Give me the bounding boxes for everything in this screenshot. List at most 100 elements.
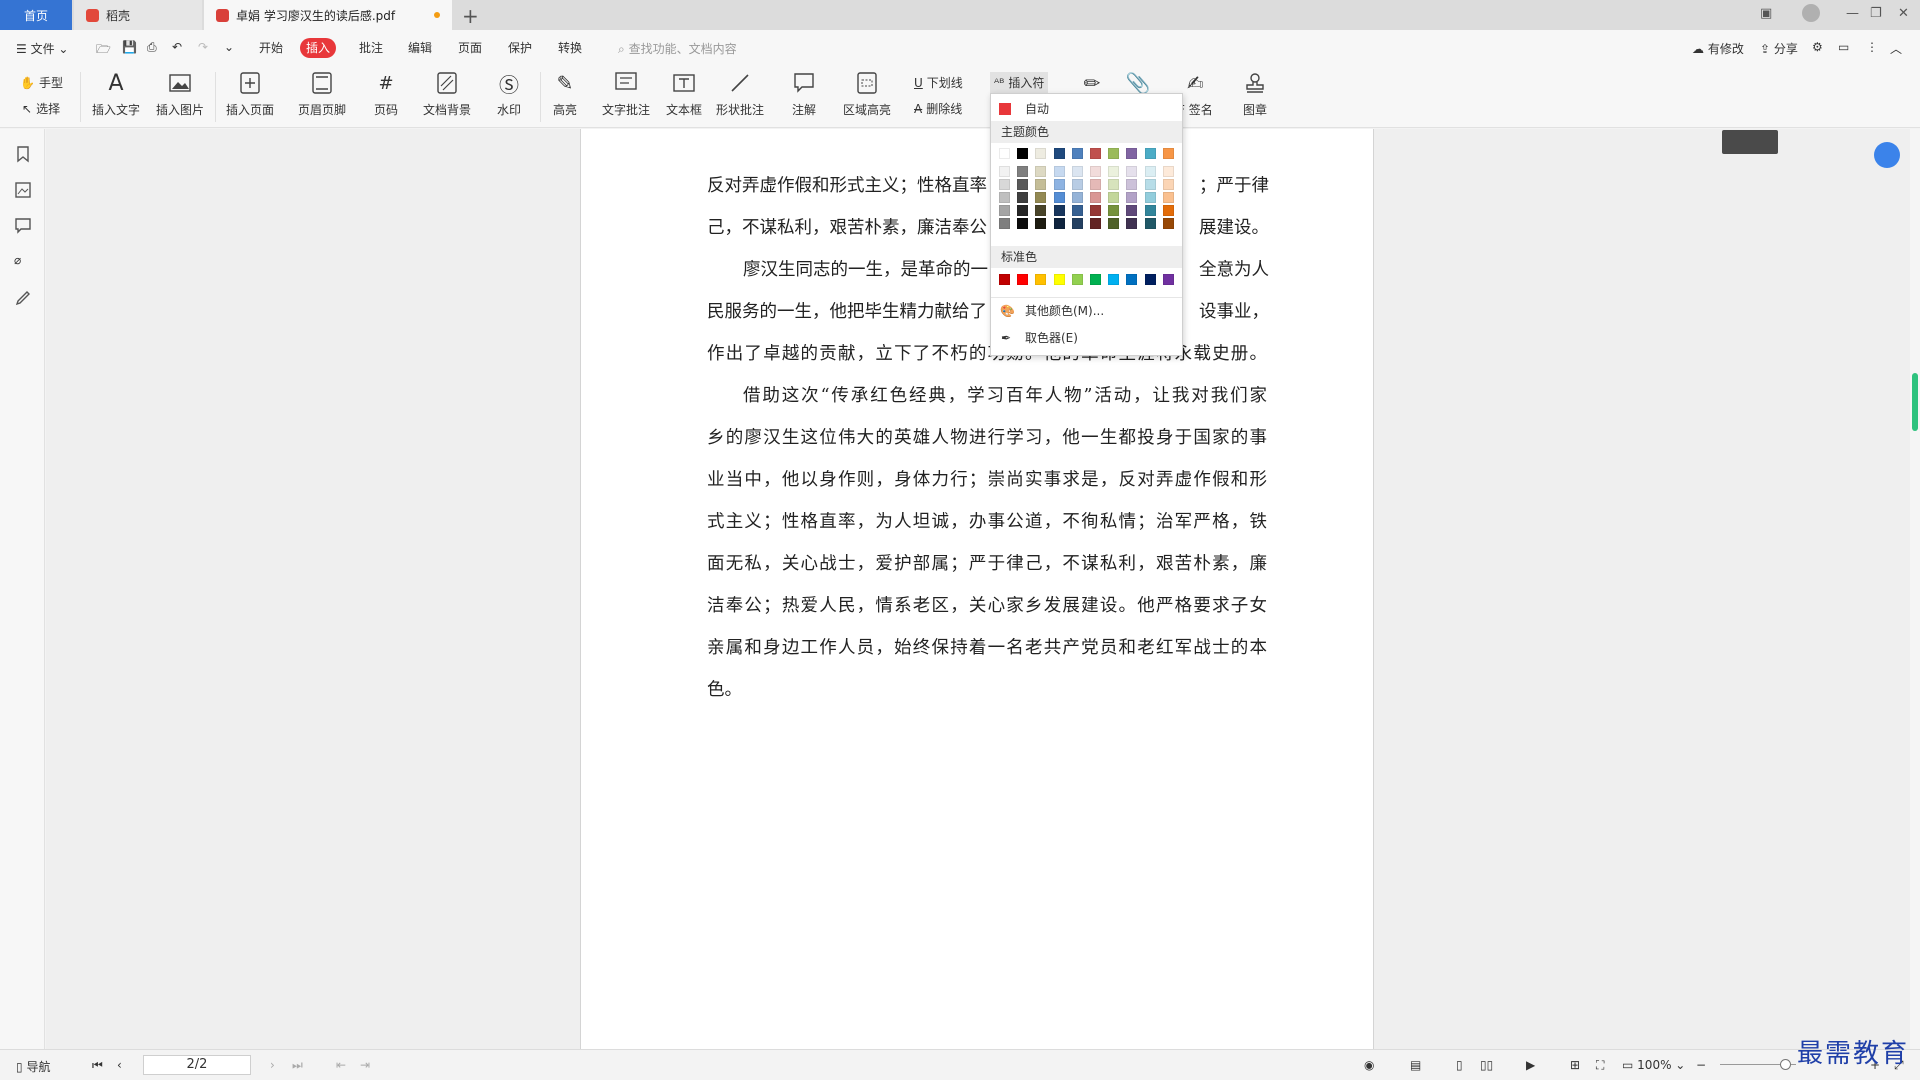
eye-protect-icon[interactable]: ◉ — [1364, 1058, 1374, 1072]
more-colors-item[interactable]: 🎨 其他颜色(M)... — [991, 297, 1182, 323]
file-menu[interactable]: ☰ 文件 ⌄ — [16, 40, 68, 57]
theme-shade-swatch[interactable] — [1144, 218, 1156, 229]
theme-color-swatch[interactable] — [1108, 148, 1120, 159]
restore-icon[interactable]: ❐ — [1870, 6, 1882, 21]
tab-document[interactable]: 卓娟 学习廖汉生的读后感.pdf — [204, 0, 452, 30]
standard-color-swatch[interactable] — [1071, 274, 1083, 285]
tab-comment[interactable]: 批注 — [353, 38, 389, 58]
strikethrough-button[interactable]: A 删除线 — [914, 100, 962, 117]
theme-shade-swatch[interactable] — [1017, 192, 1029, 203]
collapse-ribbon-icon[interactable]: ︿ — [1890, 40, 1902, 57]
standard-color-swatch[interactable] — [1144, 274, 1156, 285]
prev-page-icon[interactable]: ‹ — [117, 1058, 122, 1072]
tab-protect[interactable]: 保护 — [502, 38, 538, 58]
theme-shade-swatch[interactable] — [1053, 166, 1065, 177]
fit-width-icon[interactable]: ▤ — [1410, 1058, 1421, 1072]
theme-shade-swatch[interactable] — [1108, 166, 1120, 177]
theme-shade-swatch[interactable] — [1071, 166, 1083, 177]
text-comment-button[interactable]: 文字批注 — [602, 70, 650, 118]
theme-shade-swatch[interactable] — [1035, 166, 1047, 177]
scroll-thumb[interactable] — [1912, 373, 1918, 431]
forward-icon[interactable]: ⇥ — [360, 1058, 370, 1072]
standard-color-swatch[interactable] — [1108, 274, 1120, 285]
theme-shade-swatch[interactable] — [1017, 179, 1029, 190]
theme-color-swatch[interactable] — [1126, 148, 1138, 159]
shape-comment-button[interactable]: 形状批注 — [716, 70, 764, 118]
theme-shade-swatch[interactable] — [1126, 192, 1138, 203]
thumbnail-icon[interactable] — [14, 181, 32, 199]
theme-shade-swatch[interactable] — [1162, 218, 1174, 229]
share-button[interactable]: ⇪ 分享 — [1760, 40, 1798, 57]
theme-shade-swatch[interactable] — [1017, 166, 1029, 177]
insert-text-button[interactable]: A 插入文字 — [92, 70, 140, 118]
theme-shade-swatch[interactable] — [1071, 192, 1083, 203]
tab-convert[interactable]: 转换 — [552, 38, 588, 58]
theme-shade-swatch[interactable] — [1035, 179, 1047, 190]
standard-color-swatch[interactable] — [999, 274, 1010, 285]
theme-shade-swatch[interactable] — [1090, 218, 1101, 229]
fit-page-icon[interactable]: ⛶ — [1596, 1058, 1604, 1073]
watermark-button[interactable]: Ⓢ 水印 — [496, 70, 522, 118]
quick-access-icon[interactable]: ⌄ — [224, 40, 234, 54]
insert-image-button[interactable]: 插入图片 — [156, 70, 204, 118]
theme-shade-swatch[interactable] — [1162, 205, 1174, 216]
window-layout-icon[interactable]: ▣ — [1760, 6, 1772, 21]
cloud-sync-icon[interactable] — [1874, 142, 1900, 168]
tab-insert[interactable]: 插入 — [300, 38, 337, 58]
tab-home[interactable]: 首页 — [0, 0, 72, 30]
tab-docer[interactable]: 稻壳 — [74, 0, 202, 30]
eyedropper-item[interactable]: ✒ 取色器(E) — [991, 325, 1182, 351]
comment-icon[interactable] — [14, 217, 32, 235]
signature-panel-icon[interactable] — [14, 289, 32, 307]
doc-background-button[interactable]: 文档背景 — [423, 70, 471, 118]
theme-shade-swatch[interactable] — [999, 218, 1010, 229]
tab-page[interactable]: 页面 — [452, 38, 488, 58]
theme-shade-swatch[interactable] — [1035, 192, 1047, 203]
text-box-button[interactable]: 文本框 — [666, 70, 702, 118]
more-icon[interactable]: ⋮ — [1866, 40, 1878, 54]
play-icon[interactable]: ▶ — [1526, 1058, 1535, 1072]
theme-shade-swatch[interactable] — [1144, 179, 1156, 190]
tab-start[interactable]: 开始 — [253, 38, 289, 58]
ime-toolbar[interactable] — [1722, 130, 1778, 154]
search-box[interactable]: ⌕ 查找功能、文档内容 — [618, 40, 737, 57]
page-number-button[interactable]: # 页码 — [373, 70, 399, 118]
theme-color-swatch[interactable] — [1144, 148, 1156, 159]
open-icon[interactable]: 🗁 — [96, 40, 111, 61]
redo-icon[interactable]: ↷ — [198, 40, 208, 54]
theme-shade-swatch[interactable] — [1126, 166, 1138, 177]
theme-shade-swatch[interactable] — [1108, 218, 1120, 229]
bookmark-icon[interactable] — [14, 145, 32, 163]
theme-shade-swatch[interactable] — [1071, 179, 1083, 190]
new-tab-button[interactable]: + — [462, 4, 479, 28]
theme-shade-swatch[interactable] — [1126, 179, 1138, 190]
standard-color-swatch[interactable] — [1162, 274, 1174, 285]
theme-color-swatch[interactable] — [1053, 148, 1065, 159]
theme-shade-swatch[interactable] — [999, 205, 1010, 216]
save-icon[interactable]: 💾 — [122, 40, 137, 54]
theme-shade-swatch[interactable] — [1090, 179, 1101, 190]
tab-edit[interactable]: 编辑 — [402, 38, 438, 58]
feedback-icon[interactable]: ▭ — [1838, 40, 1849, 54]
theme-shade-swatch[interactable] — [1035, 218, 1047, 229]
theme-color-swatch[interactable] — [999, 148, 1010, 159]
theme-shade-swatch[interactable] — [1071, 218, 1083, 229]
theme-shade-swatch[interactable] — [1108, 192, 1120, 203]
last-page-icon[interactable]: ⏭ — [292, 1058, 303, 1073]
vertical-scrollbar[interactable] — [1910, 129, 1920, 1049]
zoom-out-icon[interactable]: − — [1696, 1058, 1706, 1072]
annotation-button[interactable]: 注解 — [791, 70, 817, 118]
hand-tool-button[interactable]: ✋ 手型 — [20, 74, 63, 91]
standard-color-swatch[interactable] — [1035, 274, 1047, 285]
theme-shade-swatch[interactable] — [1090, 192, 1101, 203]
theme-shade-swatch[interactable] — [1017, 205, 1029, 216]
insert-symbol-button[interactable]: ᴬᴮ 插入符 — [990, 72, 1049, 93]
theme-shade-swatch[interactable] — [1144, 192, 1156, 203]
settings-icon[interactable]: ⚙ — [1812, 40, 1823, 54]
minimize-icon[interactable]: — — [1846, 6, 1859, 21]
theme-shade-swatch[interactable] — [1162, 192, 1174, 203]
theme-color-swatch[interactable] — [1035, 148, 1047, 159]
double-page-icon[interactable]: ▯▯ — [1480, 1058, 1493, 1072]
avatar[interactable] — [1802, 4, 1820, 22]
theme-shade-swatch[interactable] — [1071, 205, 1083, 216]
